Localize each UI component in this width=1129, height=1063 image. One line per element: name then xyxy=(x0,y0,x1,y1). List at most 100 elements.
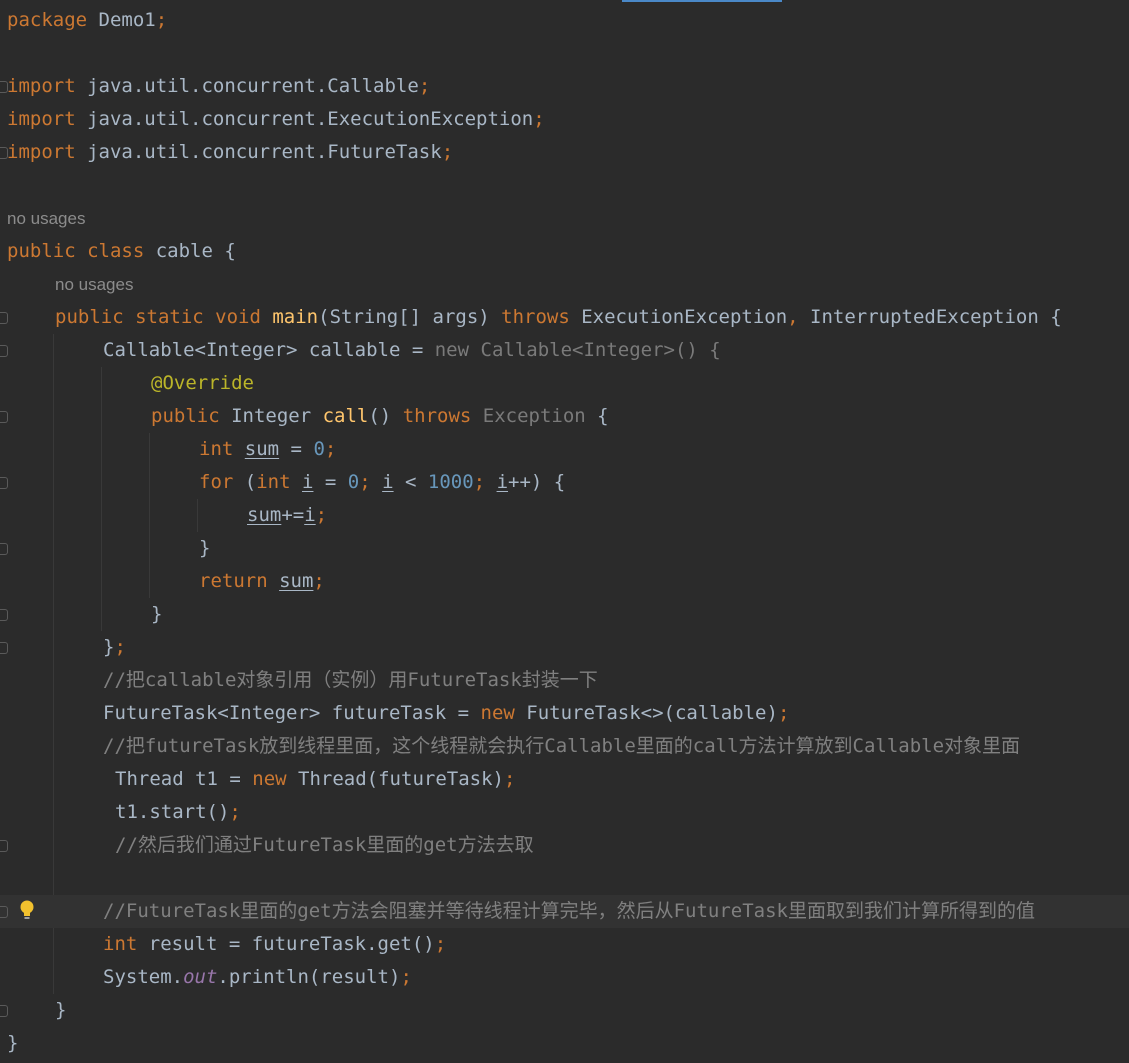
semicolon: ; xyxy=(313,570,325,592)
brace: } xyxy=(103,636,115,658)
code-line[interactable]: import java.util.concurrent.ExecutionExc… xyxy=(0,103,1129,136)
variable: i xyxy=(302,471,314,493)
keyword: import xyxy=(7,108,76,130)
keyword: throws xyxy=(402,405,472,427)
fold-marker-icon[interactable] xyxy=(0,906,8,918)
code-line[interactable]: return sum; xyxy=(0,565,1129,598)
number: 0 xyxy=(313,438,325,460)
method-call: .println(result) xyxy=(217,966,401,988)
code-line[interactable]: int result = futureTask.get(); xyxy=(0,928,1129,961)
fold-marker-icon[interactable] xyxy=(0,1005,8,1017)
semicolon: ; xyxy=(533,108,545,130)
comment: //然后我们通过FutureTask里面的get方法去取 xyxy=(115,834,534,856)
usages-hint[interactable]: no usages xyxy=(55,268,133,301)
code-line[interactable]: } xyxy=(0,598,1129,631)
exception-type: ExecutionException xyxy=(569,306,788,328)
lightbulb-icon[interactable] xyxy=(19,899,35,921)
paren: ( xyxy=(233,471,257,493)
code-line[interactable]: //把callable对象引用（实例）用FutureTask封装一下 xyxy=(0,664,1129,697)
annotation: @Override xyxy=(151,372,254,394)
variable-decl: result = futureTask.get() xyxy=(137,933,435,955)
semicolon: ; xyxy=(114,636,126,658)
keyword: return xyxy=(199,570,268,592)
keyword: public xyxy=(7,240,76,262)
code-line[interactable]: } xyxy=(0,1027,1129,1060)
number: 0 xyxy=(347,471,360,493)
fold-marker-icon[interactable] xyxy=(0,642,8,654)
params: (String[] args) xyxy=(318,306,490,328)
keyword: import xyxy=(7,75,76,97)
keyword: new xyxy=(252,768,287,790)
keyword: import xyxy=(7,141,76,163)
code-line[interactable]: //然后我们通过FutureTask里面的get方法去取 xyxy=(0,829,1129,862)
static-field: out xyxy=(183,966,218,988)
class-name: cable { xyxy=(144,240,236,262)
comment: //把futureTask放到线程里面，这个线程就会执行Callable里面的c… xyxy=(103,735,1021,757)
code-line[interactable]: package Demo1; xyxy=(0,4,1129,37)
code-line[interactable]: } xyxy=(0,532,1129,565)
fold-marker-icon[interactable] xyxy=(0,345,8,357)
keyword: class xyxy=(75,240,145,262)
variable: sum xyxy=(247,504,282,526)
keyword: new xyxy=(480,702,515,724)
semicolon: ; xyxy=(359,471,383,493)
type: Integer xyxy=(219,405,323,427)
comment: //FutureTask里面的get方法会阻塞并等待线程计算完毕，然后从Futu… xyxy=(103,900,1035,922)
code-editor[interactable]: package Demo1; import java.util.concurre… xyxy=(0,4,1129,1063)
keyword: void xyxy=(203,306,261,328)
semicolon: ; xyxy=(155,9,168,31)
brace: } xyxy=(199,537,211,559)
code-line[interactable]: for (int i = 0; i < 1000; i++) { xyxy=(0,466,1129,499)
keyword: public xyxy=(55,306,124,328)
code-line[interactable]: sum+=i; xyxy=(0,499,1129,532)
code-line[interactable]: }; xyxy=(0,631,1129,664)
fold-marker-icon[interactable] xyxy=(0,477,8,489)
comment: //把callable对象引用（实例）用FutureTask封装一下 xyxy=(103,669,598,691)
semicolon: ; xyxy=(229,801,241,823)
code-line[interactable]: public static void main(String[] args) t… xyxy=(0,301,1129,334)
semicolon: ; xyxy=(503,768,516,790)
operator: = xyxy=(279,438,314,460)
code-line[interactable]: int sum = 0; xyxy=(0,433,1129,466)
fold-marker-icon[interactable] xyxy=(0,411,8,423)
import-path: java.util.concurrent.Callable xyxy=(75,75,419,97)
code-line[interactable]: FutureTask<Integer> futureTask = new Fut… xyxy=(0,697,1129,730)
brace: } xyxy=(7,1032,19,1054)
method-name: main xyxy=(260,306,319,328)
usages-hint[interactable]: no usages xyxy=(7,202,85,235)
code-line[interactable]: @Override xyxy=(0,367,1129,400)
class-ref: System. xyxy=(103,966,184,988)
code-line[interactable]: Callable<Integer> callable = new Callabl… xyxy=(0,334,1129,367)
keyword: package xyxy=(7,9,88,31)
method-call: t1.start() xyxy=(115,801,230,823)
comma: , xyxy=(787,306,799,328)
method-name: call xyxy=(322,405,369,427)
operator: += xyxy=(281,504,305,526)
fold-marker-icon[interactable] xyxy=(0,609,8,621)
code-line[interactable]: } xyxy=(0,994,1129,1027)
code-line[interactable]: t1.start(); xyxy=(0,796,1129,829)
fold-marker-icon[interactable] xyxy=(0,840,8,852)
code-line[interactable]: //把futureTask放到线程里面，这个线程就会执行Callable里面的c… xyxy=(0,730,1129,763)
code-line[interactable]: Thread t1 = new Thread(futureTask); xyxy=(0,763,1129,796)
semicolon: ; xyxy=(324,438,337,460)
code-line[interactable]: import java.util.concurrent.FutureTask; xyxy=(0,136,1129,169)
anonymous-class: Callable<Integer>() { xyxy=(469,339,721,361)
code-line[interactable]: public class cable { xyxy=(0,235,1129,268)
operator: ++) { xyxy=(508,471,566,493)
semicolon: ; xyxy=(418,75,431,97)
variable-decl: Thread t1 = xyxy=(115,768,253,790)
code-line[interactable]: System.out.println(result); xyxy=(0,961,1129,994)
inlay-hint-line: no usages xyxy=(0,268,1129,301)
keyword: throws xyxy=(489,306,570,328)
constructor-call: FutureTask<>(callable) xyxy=(514,702,778,724)
current-code-line[interactable]: //FutureTask里面的get方法会阻塞并等待线程计算完毕，然后从Futu… xyxy=(0,895,1129,928)
brace: } xyxy=(151,603,163,625)
fold-marker-icon[interactable] xyxy=(0,543,8,555)
fold-marker-icon[interactable] xyxy=(0,312,8,324)
inlay-hint-line: no usages xyxy=(0,202,1129,235)
keyword: int xyxy=(103,933,138,955)
code-line[interactable]: public Integer call() throws Exception { xyxy=(0,400,1129,433)
code-line[interactable]: import java.util.concurrent.Callable; xyxy=(0,70,1129,103)
